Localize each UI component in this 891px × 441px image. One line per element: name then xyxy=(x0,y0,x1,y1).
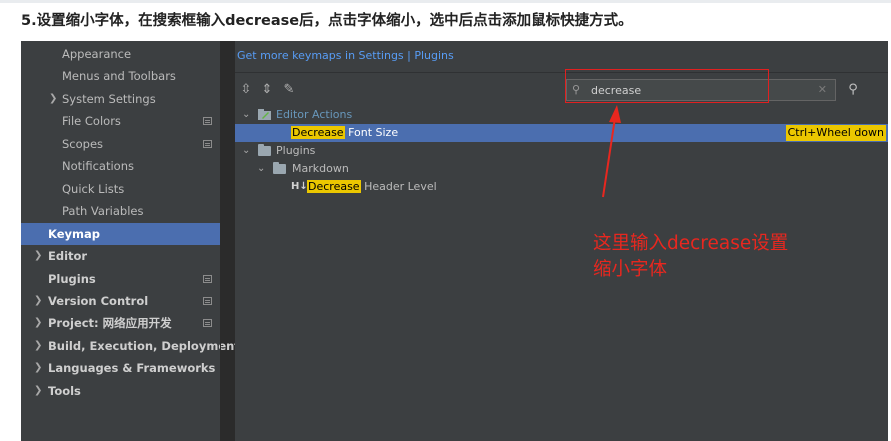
chevron-right-icon[interactable]: ❯ xyxy=(34,312,42,334)
editor-actions-icon xyxy=(258,109,271,120)
tree-node-decrease-header-level[interactable]: H↓ Decrease Header Level xyxy=(235,178,888,196)
shortcut-badge: Ctrl+Wheel down xyxy=(785,125,886,141)
annotation-text: 这里输入decrease设置 缩小字体 xyxy=(593,233,789,280)
sidebar-item-appearance[interactable]: Appearance xyxy=(21,43,220,65)
expand-all-icon[interactable]: ⇳ xyxy=(239,83,253,97)
sidebar-item-notifications[interactable]: Notifications xyxy=(21,155,220,177)
collapse-all-icon[interactable]: ⇕ xyxy=(260,83,274,97)
chevron-right-icon[interactable]: ❯ xyxy=(34,335,42,357)
project-scope-icon xyxy=(203,275,212,283)
folder-icon xyxy=(258,144,271,156)
search-match-highlight: Decrease xyxy=(291,126,345,139)
chevron-right-icon[interactable]: ❯ xyxy=(34,290,42,312)
chevron-right-icon[interactable]: ❯ xyxy=(34,357,42,379)
instruction-caption: 5.设置缩小字体，在搜索框输入decrease后，点击字体缩小，选中后点击添加鼠… xyxy=(21,13,633,29)
project-scope-icon xyxy=(203,140,212,148)
tree-node-editor-actions[interactable]: ⌄ Editor Actions xyxy=(235,106,888,124)
markdown-header-icon: H↓ xyxy=(291,181,308,192)
sidebar-item-project[interactable]: ❯ Project: 网络应用开发 xyxy=(21,312,220,334)
sidebar-item-path-variables[interactable]: Path Variables xyxy=(21,200,220,222)
sidebar-item-menus-toolbars[interactable]: Menus and Toolbars xyxy=(21,65,220,87)
sidebar-item-keymap[interactable]: Keymap xyxy=(21,223,220,245)
top-divider xyxy=(0,0,891,3)
sidebar-item-plugins[interactable]: Plugins xyxy=(21,268,220,290)
sidebar-item-editor[interactable]: ❯ Editor xyxy=(21,245,220,267)
project-scope-icon xyxy=(203,319,212,327)
sidebar-item-scopes[interactable]: Scopes xyxy=(21,133,220,155)
annotation-highlight-box xyxy=(565,69,769,103)
project-scope-icon xyxy=(203,297,212,305)
sidebar-item-version-control[interactable]: ❯ Version Control xyxy=(21,290,220,312)
sidebar-item-languages[interactable]: ❯ Languages & Frameworks xyxy=(21,357,220,379)
edit-icon[interactable]: ✎ xyxy=(282,83,296,97)
clear-icon[interactable]: ✕ xyxy=(818,83,827,97)
sidebar-item-tools[interactable]: ❯ Tools xyxy=(21,380,220,402)
chevron-down-icon[interactable]: ⌄ xyxy=(257,160,265,178)
sidebar-item-system-settings[interactable]: ❯ System Settings xyxy=(21,88,220,110)
sidebar-item-quick-lists[interactable]: Quick Lists xyxy=(21,178,220,200)
chevron-down-icon[interactable]: ⌄ xyxy=(242,106,250,124)
tree-node-plugins[interactable]: ⌄ Plugins xyxy=(235,142,888,160)
chevron-right-icon[interactable]: ❯ xyxy=(34,380,42,402)
chevron-right-icon[interactable]: ❯ xyxy=(49,88,57,110)
panel-divider xyxy=(235,72,888,73)
sidebar-separator xyxy=(220,41,221,441)
tree-node-decrease-font-size[interactable]: Decrease Font Size Ctrl+Wheel down xyxy=(235,124,888,142)
settings-sidebar: Appearance Menus and Toolbars ❯ System Se… xyxy=(21,41,240,441)
sidebar-item-file-colors[interactable]: File Colors xyxy=(21,110,220,132)
search-match-highlight: Decrease xyxy=(307,180,361,193)
project-scope-icon xyxy=(203,117,212,125)
get-more-keymaps-link[interactable]: Get more keymaps in Settings | Plugins xyxy=(237,49,454,62)
chevron-down-icon[interactable]: ⌄ xyxy=(242,142,250,160)
folder-icon xyxy=(273,162,286,174)
chevron-right-icon[interactable]: ❯ xyxy=(34,245,42,267)
find-shortcut-icon[interactable]: ⚲ xyxy=(845,82,861,98)
tree-node-markdown[interactable]: ⌄ Markdown xyxy=(235,160,888,178)
sidebar-item-build-execution[interactable]: ❯ Build, Execution, Deployment xyxy=(21,335,240,357)
